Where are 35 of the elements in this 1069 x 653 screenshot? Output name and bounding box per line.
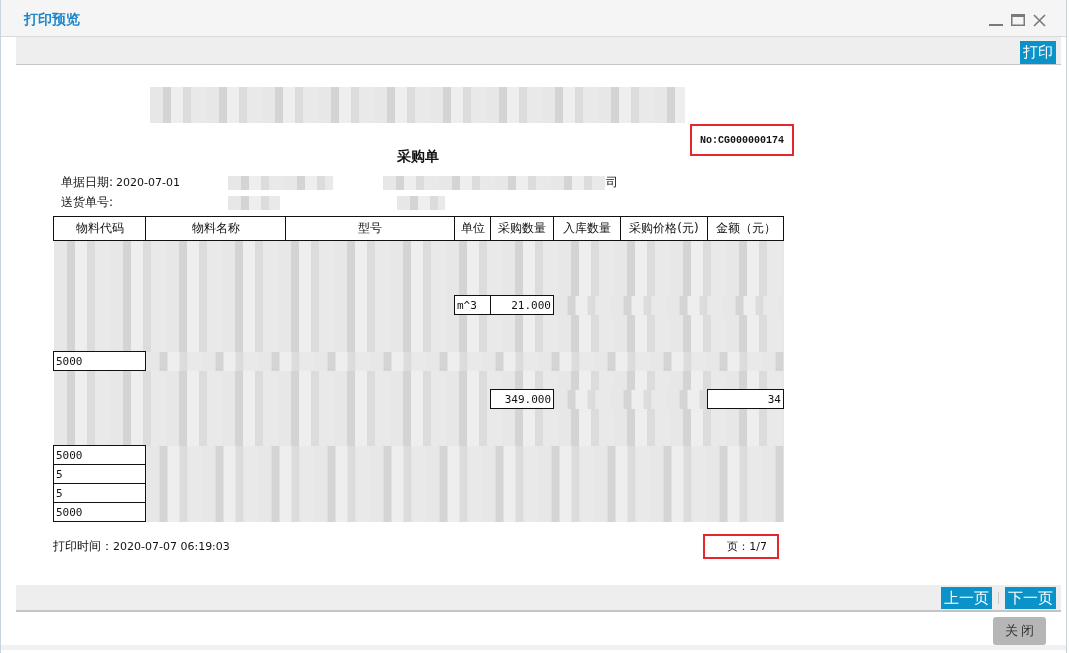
document-title: 采购单 — [396, 148, 440, 165]
page-number: 页：1/7 — [727, 539, 767, 554]
table-cell: 5000 — [53, 502, 146, 522]
field-value: 2020-07-01 — [116, 176, 180, 189]
column-header: 型号 — [285, 216, 455, 241]
field-label: 单据日期: — [61, 174, 114, 191]
table-cell: 349.000 — [490, 389, 554, 409]
table-cell: 34 — [707, 389, 784, 409]
print-time-label: 打印时间： — [53, 538, 113, 555]
field-label: 送货单号: — [61, 194, 114, 211]
table-cell: 5 — [53, 483, 146, 503]
column-header: 物料代码 — [53, 216, 146, 241]
blurred-area — [397, 195, 445, 210]
table-cell: 5000 — [53, 351, 146, 371]
company-name-text: 司 — [606, 174, 618, 191]
column-header: 单位 — [454, 216, 491, 241]
blurred-area — [228, 195, 280, 210]
print-button[interactable]: 打印 — [1020, 40, 1056, 64]
document-number: No:CG000000174 — [700, 134, 784, 146]
window-title: 打印预览 — [24, 11, 80, 29]
print-time-value: 2020-07-07 06:19:03 — [113, 540, 230, 553]
column-header: 入库数量 — [553, 216, 621, 241]
previous-page-button[interactable]: 上一页 — [941, 586, 992, 609]
maximize-icon[interactable] — [1011, 14, 1025, 26]
table-cell: 5 — [53, 464, 146, 484]
table-cell: 21.000 — [490, 295, 554, 315]
column-header: 物料名称 — [145, 216, 286, 241]
close-icon[interactable] — [1033, 13, 1046, 27]
table-cell: 5000 — [53, 445, 146, 465]
column-header: 金额（元） — [707, 216, 784, 241]
close-button[interactable]: 关闭 — [993, 617, 1046, 645]
column-header: 采购数量 — [490, 216, 554, 241]
next-page-button[interactable]: 下一页 — [1005, 586, 1056, 609]
column-header: 采购价格(元) — [620, 216, 708, 241]
table-cell: m^3 — [454, 295, 491, 315]
